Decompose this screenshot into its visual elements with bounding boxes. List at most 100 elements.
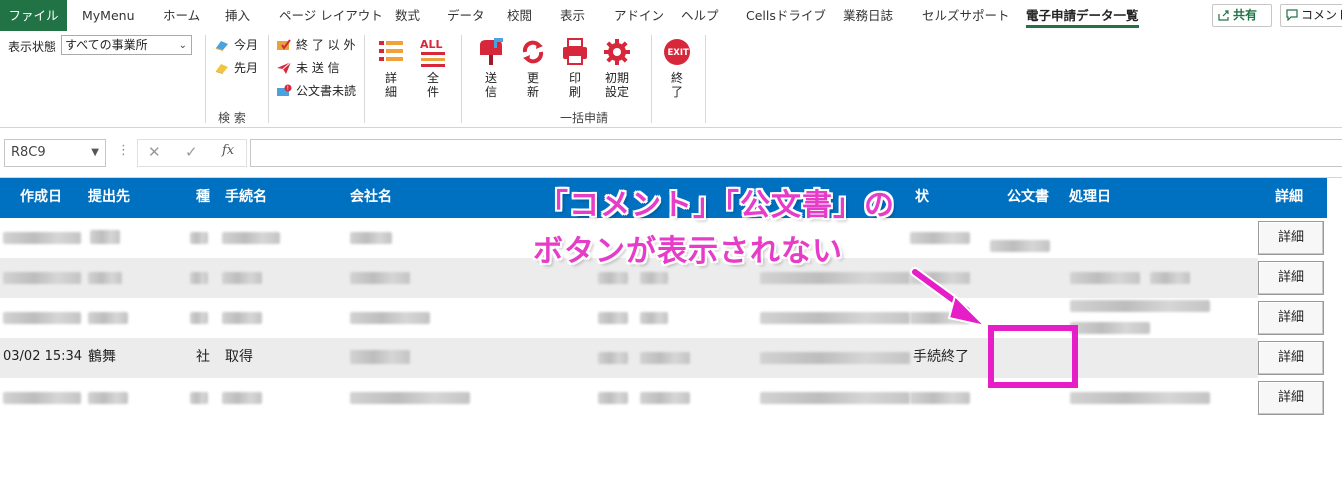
annotation-arrow xyxy=(910,267,989,328)
tab-help[interactable]: ヘルプ xyxy=(681,0,719,31)
print-label: 印刷 xyxy=(568,71,581,99)
tab-data[interactable]: データ xyxy=(447,0,485,31)
formula-input[interactable] xyxy=(250,139,1342,167)
office-select[interactable]: すべての事業所 ⌄ xyxy=(61,35,192,55)
unread-mail-icon: ! xyxy=(277,84,292,96)
send-label: 送信 xyxy=(484,71,497,99)
update-button[interactable]: 更新 xyxy=(516,37,550,107)
cell-kind: 社 xyxy=(196,349,210,365)
separator xyxy=(205,35,206,123)
comment-icon xyxy=(1286,9,1298,21)
folder-check-icon xyxy=(277,39,291,50)
redacted-text xyxy=(598,392,628,404)
tab-addins[interactable]: アドイン xyxy=(614,0,664,31)
unread-docs-button[interactable]: ! 公文書未読 xyxy=(276,82,356,100)
cell-status: 手続終了 xyxy=(913,349,969,365)
share-button[interactable]: 共有 xyxy=(1212,4,1272,27)
tab-formulas[interactable]: 数式 xyxy=(395,0,420,31)
redacted-text xyxy=(222,392,262,404)
send-button[interactable]: 送信 xyxy=(474,37,508,107)
redacted-text xyxy=(350,312,430,324)
exit-icon: EXIT xyxy=(664,39,690,65)
exit-label: 終了 xyxy=(670,71,683,99)
detail-button[interactable]: 詳細 xyxy=(1258,301,1324,335)
mailbox-icon xyxy=(480,38,503,65)
redacted-text xyxy=(190,312,208,324)
tab-file[interactable]: ファイル xyxy=(0,0,67,31)
ribbon-tab-bar: ファイル MyMenu ホーム 挿入 ページ レイアウト 数式 データ 校閲 表… xyxy=(0,0,1342,31)
formula-bar: R8C9 ▼ ⋮ ✕ ✓ fx xyxy=(0,128,1342,178)
this-month-button[interactable]: 今月 xyxy=(214,36,258,54)
gear-icon xyxy=(604,39,630,65)
exit-button[interactable]: EXIT 終了 xyxy=(660,37,694,107)
calendar-this-month-icon xyxy=(216,41,228,51)
detail-button[interactable]: 詳細 xyxy=(1258,261,1324,295)
redacted-text xyxy=(1150,272,1190,284)
refresh-icon xyxy=(522,40,544,64)
tab-e-application-list[interactable]: 電子申請データ一覧 xyxy=(1026,0,1139,31)
tab-insert[interactable]: 挿入 xyxy=(225,0,250,31)
cell-destination: 鶴舞 xyxy=(88,349,116,365)
tab-cells-drive[interactable]: Cellsドライブ xyxy=(746,0,826,31)
comment-label: コメント xyxy=(1301,8,1342,22)
share-icon xyxy=(1218,10,1229,21)
last-month-button[interactable]: 先月 xyxy=(214,59,258,77)
print-button[interactable]: 印刷 xyxy=(558,37,592,107)
initial-settings-label: 初期設定 xyxy=(604,71,629,99)
detail-button[interactable]: 詳細 xyxy=(1258,341,1324,375)
redacted-text xyxy=(760,272,910,284)
tab-page-layout[interactable]: ページ レイアウト xyxy=(279,0,383,31)
unsent-button[interactable]: 未 送 信 xyxy=(276,59,340,77)
name-box[interactable]: R8C9 ▼ xyxy=(4,139,106,167)
unsent-label: 未 送 信 xyxy=(296,61,340,75)
separator xyxy=(268,35,269,123)
separator xyxy=(651,35,652,123)
tab-home[interactable]: ホーム xyxy=(163,0,200,31)
all-records-icon: ALL xyxy=(420,38,445,67)
detail-button[interactable]: 詳細 xyxy=(1258,381,1324,415)
redacted-text xyxy=(640,392,690,404)
separator xyxy=(364,35,365,123)
header-created: 作成日 xyxy=(20,189,62,205)
highlight-box xyxy=(988,325,1078,388)
name-box-value: R8C9 xyxy=(11,145,46,160)
chevron-down-icon: ⌄ xyxy=(178,40,187,51)
redacted-text xyxy=(760,352,910,364)
redacted-text xyxy=(1070,272,1140,284)
redacted-text xyxy=(1070,392,1210,404)
redacted-text xyxy=(1070,322,1150,334)
exit-icon-text: EXIT xyxy=(668,48,690,58)
enter-check-icon[interactable]: ✓ xyxy=(185,143,198,161)
redacted-text xyxy=(3,392,81,404)
header-kind: 種 xyxy=(196,189,210,205)
insert-function-icon[interactable]: fx xyxy=(222,143,234,158)
not-completed-button[interactable]: 終 了 以 外 xyxy=(276,36,355,54)
cancel-icon[interactable]: ✕ xyxy=(148,143,161,161)
list-icon xyxy=(379,41,403,61)
tab-mymenu[interactable]: MyMenu xyxy=(82,0,135,31)
initial-settings-button[interactable]: 初期設定 xyxy=(600,37,634,107)
redacted-text xyxy=(90,230,120,244)
separator xyxy=(461,35,462,123)
all-records-button[interactable]: ALL 全件 xyxy=(416,37,450,107)
all-records-label: 全件 xyxy=(426,71,439,99)
tab-cells-support[interactable]: セルズサポート xyxy=(922,0,1010,31)
more-options-icon[interactable]: ⋮ xyxy=(117,143,130,158)
redacted-text xyxy=(88,392,128,404)
redacted-text xyxy=(598,312,628,324)
scroll-rail xyxy=(1327,218,1342,492)
tab-work-diary[interactable]: 業務日誌 xyxy=(843,0,893,31)
redacted-text xyxy=(222,272,262,284)
tab-review[interactable]: 校閲 xyxy=(507,0,532,31)
detail-view-button[interactable]: 詳細 xyxy=(374,37,408,107)
redacted-text xyxy=(88,272,122,284)
redacted-text xyxy=(190,272,208,284)
display-state-label: 表示状態 xyxy=(8,40,57,54)
detail-button[interactable]: 詳細 xyxy=(1258,221,1324,255)
all-icon-text: ALL xyxy=(420,38,443,51)
redacted-text xyxy=(1070,300,1210,312)
tab-view[interactable]: 表示 xyxy=(560,0,585,31)
comment-button[interactable]: コメント xyxy=(1280,4,1342,27)
svg-text:!: ! xyxy=(287,85,289,92)
bulk-group-label: 一括申請 xyxy=(560,111,609,125)
